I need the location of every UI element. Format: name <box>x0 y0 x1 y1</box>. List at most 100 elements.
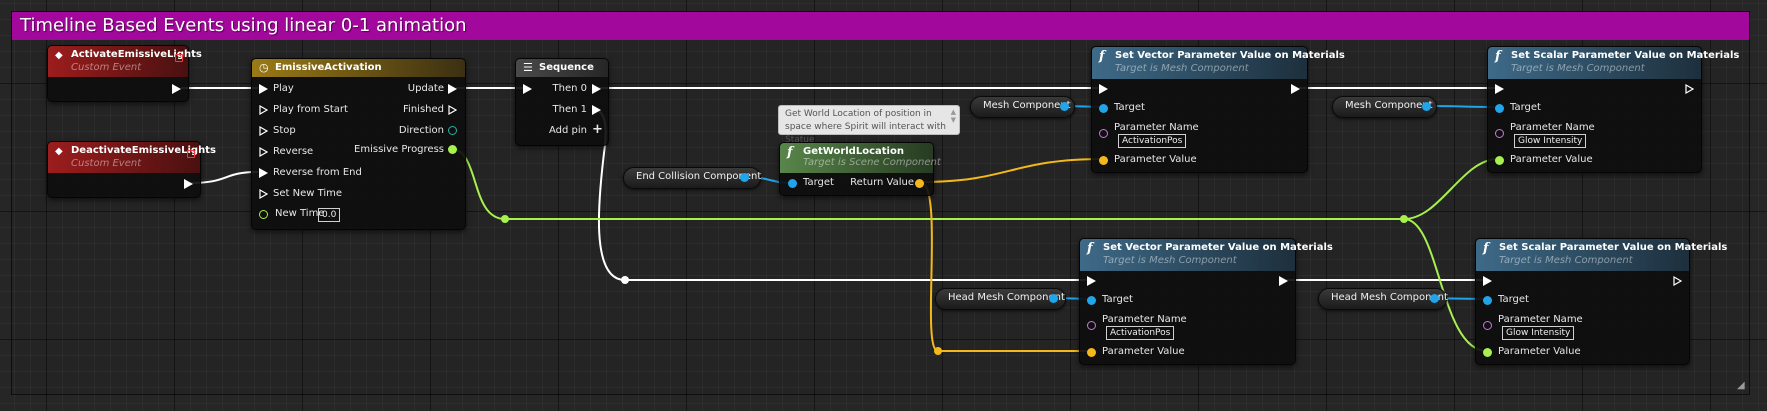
node-title: Sequence <box>539 62 594 73</box>
object-input-pin[interactable] <box>1099 104 1108 113</box>
custom-event-node-deactivate[interactable]: ◆ DeactivateEmissiveLights Custom Event <box>47 141 216 198</box>
pin-label: Play from Start <box>273 104 348 115</box>
reroute-node[interactable] <box>934 347 942 355</box>
float-input-pin[interactable] <box>1495 156 1504 165</box>
exec-output-pin[interactable] <box>184 179 193 189</box>
vector-wire <box>919 181 939 352</box>
variable-label: Head Mesh Component <box>948 292 1065 303</box>
exec-output-pin[interactable] <box>1279 276 1288 286</box>
reroute-node[interactable] <box>501 215 509 223</box>
parameter-name-input[interactable]: Glow Intensity <box>1514 134 1587 148</box>
exec-input-pin[interactable] <box>1099 84 1108 94</box>
new-time-input[interactable]: 0.0 <box>318 208 341 222</box>
pin-label: Parameter Name <box>1102 314 1187 325</box>
name-input-pin[interactable] <box>1483 321 1492 330</box>
name-input-pin[interactable] <box>1087 321 1096 330</box>
set-vector-param-node[interactable]: f Set Vector Parameter Value on Material… <box>1079 238 1333 365</box>
parameter-name-input[interactable]: ActivationPos <box>1118 134 1187 148</box>
mesh-component-getter[interactable]: Mesh Component <box>970 96 1075 118</box>
object-output-pin[interactable] <box>1430 294 1439 303</box>
object-input-pin[interactable] <box>1495 104 1504 113</box>
node-title: Set Scalar Parameter Value on Materials <box>1511 50 1740 61</box>
node-comment-bubble[interactable]: Get World Location of position in space … <box>778 105 960 145</box>
end-collision-component-getter[interactable]: End Collision Component <box>623 167 761 189</box>
reroute-node[interactable] <box>1400 215 1408 223</box>
custom-event-node-activate[interactable]: ◆ ActivateEmissiveLights Custom Event <box>47 45 202 102</box>
function-icon: f <box>1099 49 1105 64</box>
exec-output-pin[interactable] <box>1291 84 1300 94</box>
timeline-node[interactable]: ◷ EmissiveActivation Play Play from Star… <box>251 58 466 230</box>
vector-input-pin[interactable] <box>1099 156 1108 165</box>
name-input-pin[interactable] <box>1495 129 1504 138</box>
pin-label: Target <box>1102 294 1133 305</box>
float-wire <box>1403 158 1499 220</box>
exec-input-pin[interactable] <box>259 84 268 94</box>
add-pin-button[interactable]: Add pin <box>549 124 587 138</box>
vector-output-pin[interactable] <box>915 179 924 188</box>
blueprint-graph-canvas[interactable]: Timeline Based Events using linear 0-1 a… <box>0 0 1767 411</box>
pin-label: Update <box>407 83 444 94</box>
exec-input-pin[interactable] <box>523 84 532 94</box>
collapse-arrows-icon[interactable]: ▲ ▼ <box>951 108 956 124</box>
exec-output-pin[interactable] <box>172 84 181 94</box>
vector-input-pin[interactable] <box>1087 348 1096 357</box>
pin-label: Target <box>1114 102 1145 113</box>
pin-label: Reverse <box>273 146 314 157</box>
object-output-pin[interactable] <box>1049 294 1058 303</box>
node-subtitle: Target is Mesh Component <box>1499 255 1633 266</box>
exec-input-pin[interactable] <box>259 147 268 157</box>
set-vector-param-node[interactable]: f Set Vector Parameter Value on Material… <box>1091 46 1345 173</box>
pin-label: Emissive Progress <box>354 144 444 155</box>
set-scalar-param-node[interactable]: f Set Scalar Parameter Value on Material… <box>1475 238 1727 365</box>
mesh-component-getter[interactable]: Mesh Component <box>1332 96 1437 118</box>
node-subtitle: Target is Mesh Component <box>1103 255 1237 266</box>
name-input-pin[interactable] <box>1099 129 1108 138</box>
node-title: EmissiveActivation <box>275 62 382 73</box>
head-mesh-component-getter[interactable]: Head Mesh Component <box>1318 288 1448 310</box>
exec-input-pin[interactable] <box>1495 84 1504 94</box>
exec-output-pin[interactable] <box>1685 84 1694 94</box>
exec-output-pin[interactable] <box>448 105 457 115</box>
vector-wire <box>919 158 1105 183</box>
object-input-pin[interactable] <box>1087 296 1096 305</box>
exec-output-pin[interactable] <box>592 84 601 94</box>
head-mesh-component-getter[interactable]: Head Mesh Component <box>935 288 1066 310</box>
variable-label: Mesh Component <box>983 100 1071 111</box>
float-input-pin[interactable] <box>259 210 268 219</box>
object-output-pin[interactable] <box>740 173 749 182</box>
object-input-pin[interactable] <box>788 179 797 188</box>
exec-output-pin[interactable] <box>448 84 457 94</box>
exec-input-pin[interactable] <box>259 126 268 136</box>
pin-label: Parameter Value <box>1114 154 1197 165</box>
parameter-name-input[interactable]: ActivationPos <box>1106 326 1175 340</box>
pin-label: Parameter Name <box>1498 314 1583 325</box>
object-output-pin[interactable] <box>1060 102 1069 111</box>
object-output-pin[interactable] <box>1422 102 1431 111</box>
float-input-pin[interactable] <box>1483 348 1492 357</box>
sequence-node[interactable]: ☰ Sequence Then 0 Then 1 Add pin + <box>515 58 609 146</box>
event-diamond-icon: ◆ <box>55 146 63 157</box>
object-input-pin[interactable] <box>1483 296 1492 305</box>
reroute-node[interactable] <box>621 276 629 284</box>
pin-label: Reverse from End <box>273 167 362 178</box>
pin-label: Play <box>273 83 294 94</box>
exec-input-pin[interactable] <box>1087 276 1096 286</box>
pin-label: Parameter Name <box>1114 122 1199 133</box>
plus-icon[interactable]: + <box>592 123 603 137</box>
exec-input-pin[interactable] <box>259 189 268 199</box>
function-icon: f <box>1483 241 1489 256</box>
set-scalar-param-node[interactable]: f Set Scalar Parameter Value on Material… <box>1487 46 1739 173</box>
get-world-location-node[interactable]: f GetWorldLocation Target is Scene Compo… <box>779 142 941 196</box>
delegate-pin-icon[interactable] <box>187 150 195 158</box>
exec-output-pin[interactable] <box>592 105 601 115</box>
exec-input-pin[interactable] <box>259 105 268 115</box>
float-output-pin[interactable] <box>448 145 457 154</box>
clock-icon: ◷ <box>259 61 269 74</box>
exec-input-pin[interactable] <box>259 168 268 178</box>
pin-label: Parameter Name <box>1510 122 1595 133</box>
parameter-name-input[interactable]: Glow Intensity <box>1502 326 1575 340</box>
delegate-pin-icon[interactable] <box>175 54 183 62</box>
exec-input-pin[interactable] <box>1483 276 1492 286</box>
exec-output-pin[interactable] <box>1673 276 1682 286</box>
direction-output-pin[interactable] <box>448 126 457 135</box>
